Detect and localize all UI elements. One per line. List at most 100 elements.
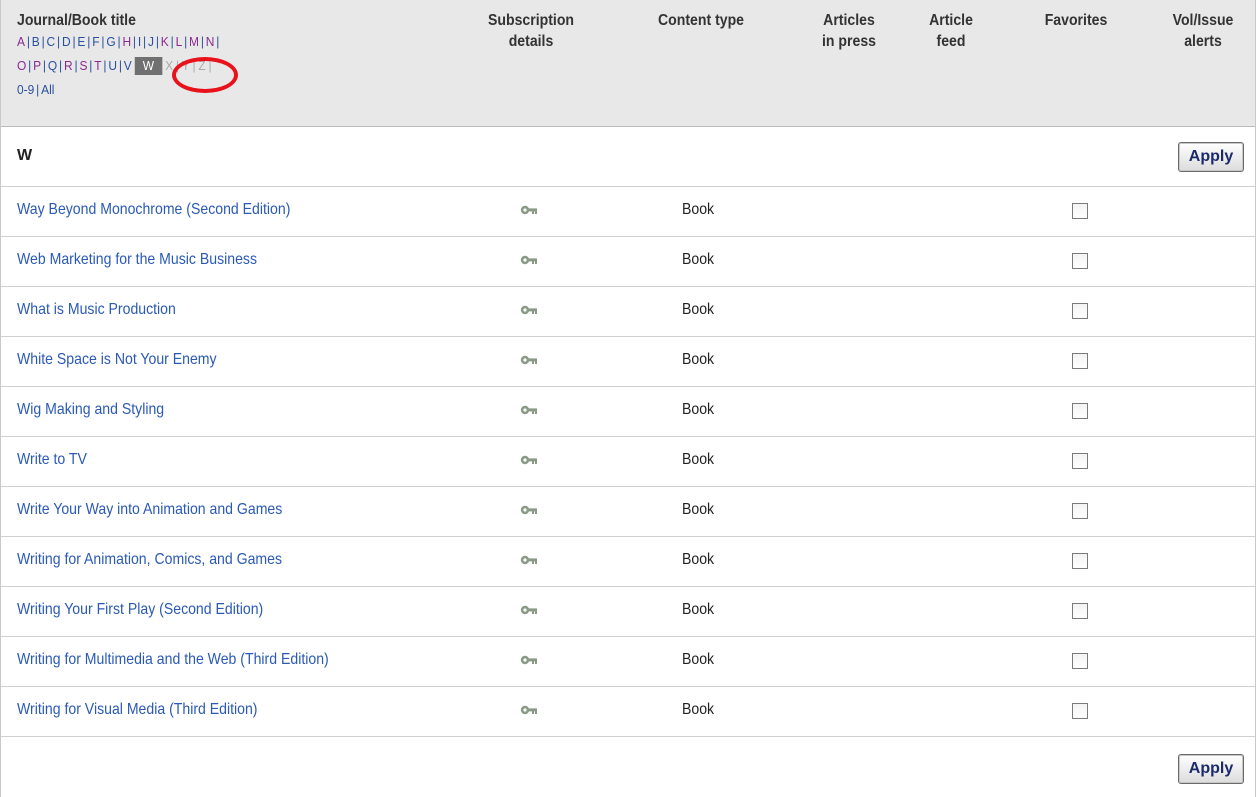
alpha-link-l[interactable]: L — [176, 34, 183, 49]
alpha-link-o[interactable]: O — [17, 58, 26, 73]
alpha-link-k[interactable]: K — [161, 34, 169, 49]
alpha-link-m[interactable]: M — [189, 34, 199, 49]
col-article-feed: Article feed — [925, 10, 978, 52]
key-icon — [520, 203, 538, 215]
key-icon — [520, 503, 538, 515]
table-row: Write to TV Book — [1, 437, 1255, 487]
col-subscription-details: Subscription details — [478, 10, 584, 52]
table-row: Writing Your First Play (Second Edition)… — [1, 587, 1255, 637]
alphabet-row-1: A | B | C | D | E | F | G | H | I | J | K | L | M | N | — [17, 32, 221, 51]
apply-button-bottom[interactable]: Apply — [1178, 754, 1244, 784]
alpha-link-v[interactable]: V — [124, 58, 132, 73]
key-icon — [520, 553, 538, 565]
alphabet-row-3: 0-9 | All — [17, 82, 55, 97]
col-subscription-line2: details — [508, 33, 554, 50]
favorite-checkbox[interactable] — [1072, 603, 1088, 619]
favorite-checkbox[interactable] — [1072, 203, 1088, 219]
col-journal-book-title: Journal/Book title — [17, 12, 136, 29]
favorite-checkbox[interactable] — [1072, 653, 1088, 669]
apply-button-top[interactable]: Apply — [1178, 142, 1244, 172]
title-link-writing-your-first-play-second-edition[interactable]: Writing Your First Play (Second Edition) — [17, 601, 263, 619]
key-icon — [520, 653, 538, 665]
key-icon — [520, 703, 538, 715]
table-row: Way Beyond Monochrome (Second Edition) Bo… — [1, 187, 1255, 237]
content-type: Book — [682, 551, 715, 568]
key-icon — [520, 453, 538, 465]
alpha-separator: | — [117, 34, 121, 49]
col-vol-issue-alerts: Vol/Issue alerts — [1164, 10, 1241, 52]
alpha-link-d[interactable]: D — [62, 34, 71, 49]
key-icon — [520, 303, 538, 315]
col-articles-line2: in press — [821, 33, 876, 50]
favorite-checkbox[interactable] — [1072, 503, 1088, 519]
content-type: Book — [682, 501, 715, 518]
alpha-link-q[interactable]: Q — [48, 58, 57, 73]
content-type: Book — [682, 351, 715, 368]
content-type: Book — [682, 301, 715, 318]
key-icon — [520, 253, 538, 265]
alpha-link-u[interactable]: U — [108, 58, 117, 73]
alpha-link-all[interactable]: All — [41, 82, 54, 97]
col-alerts-line1: Vol/Issue — [1172, 12, 1234, 29]
title-link-white-space-is-not-your-enemy[interactable]: White Space is Not Your Enemy — [17, 351, 217, 369]
title-link-writing-for-visual-media-third-edition[interactable]: Writing for Visual Media (Third Edition) — [17, 701, 258, 719]
col-articles-in-press: Articles in press — [814, 10, 884, 52]
alpha-link-c[interactable]: C — [47, 34, 56, 49]
title-link-wig-making-and-styling[interactable]: Wig Making and Styling — [17, 401, 164, 419]
alpha-link-t[interactable]: T — [94, 58, 101, 73]
alpha-separator: | — [184, 34, 188, 49]
favorite-checkbox[interactable] — [1072, 453, 1088, 469]
content-type: Book — [682, 701, 715, 718]
alpha-link-n[interactable]: N — [206, 34, 215, 49]
alpha-current-letter: W — [134, 57, 163, 75]
alpha-separator: | — [28, 58, 32, 73]
alpha-link-f[interactable]: F — [92, 34, 99, 49]
content-type: Book — [682, 651, 715, 668]
col-feed-line1: Article — [929, 12, 973, 29]
content-type: Book — [682, 451, 715, 468]
section-letter: W — [17, 147, 33, 164]
col-articles-line1: Articles — [823, 12, 875, 29]
content-type: Book — [682, 601, 715, 618]
alpha-link-a[interactable]: A — [17, 34, 25, 49]
col-content-type: Content type — [657, 12, 745, 29]
alpha-link-h[interactable]: H — [122, 34, 131, 49]
alpha-separator: | — [216, 34, 220, 49]
table-row: What is Music Production Book — [1, 287, 1255, 337]
col-subscription-line1: Subscription — [487, 12, 575, 29]
title-link-writing-for-animation-comics-and-games[interactable]: Writing for Animation, Comics, and Games — [17, 551, 282, 569]
title-link-web-marketing-for-the-music-business[interactable]: Web Marketing for the Music Business — [17, 251, 257, 269]
favorite-checkbox[interactable] — [1072, 403, 1088, 419]
title-link-write-your-way-into-animation-and-games[interactable]: Write Your Way into Animation and Games — [17, 501, 282, 519]
table-row: Writing for Animation, Comics, and Games… — [1, 537, 1255, 587]
title-link-write-to-tv[interactable]: Write to TV — [17, 451, 87, 469]
content-type: Book — [682, 401, 715, 418]
section-bar: W Apply — [1, 127, 1255, 187]
favorite-checkbox[interactable] — [1072, 553, 1088, 569]
alpha-link-s[interactable]: S — [79, 58, 87, 73]
col-feed-line2: feed — [936, 33, 966, 50]
favorite-checkbox[interactable] — [1072, 703, 1088, 719]
alpha-link-b[interactable]: B — [32, 34, 40, 49]
favorite-checkbox[interactable] — [1072, 303, 1088, 319]
key-icon — [520, 353, 538, 365]
col-favorites: Favorites — [1044, 12, 1108, 29]
alpha-separator: | — [89, 58, 93, 73]
alpha-link-0-9[interactable]: 0-9 — [17, 82, 34, 97]
alpha-link-p[interactable]: P — [33, 58, 41, 73]
table-row: Writing for Multimedia and the Web (Thir… — [1, 637, 1255, 687]
alpha-separator: | — [42, 58, 47, 73]
favorite-checkbox[interactable] — [1072, 253, 1088, 269]
table-row: Wig Making and Styling Book — [1, 387, 1255, 437]
title-link-what-is-music-production[interactable]: What is Music Production — [17, 301, 176, 319]
title-link-writing-for-multimedia-and-the-web-third-edition[interactable]: Writing for Multimedia and the Web (Thir… — [17, 651, 329, 669]
alpha-link-g[interactable]: G — [106, 34, 115, 49]
table-row: Writing for Visual Media (Third Edition)… — [1, 687, 1255, 737]
content-type: Book — [682, 201, 715, 218]
alpha-separator: | — [72, 34, 76, 49]
table-header: Journal/Book title A | B | C | D | E | F | G | H | I | J | K… — [1, 0, 1255, 127]
key-icon — [520, 603, 538, 615]
favorite-checkbox[interactable] — [1072, 353, 1088, 369]
journal-book-list: Journal/Book title A | B | C | D | E | F | G | H | I | J | K… — [0, 0, 1256, 797]
title-link-way-beyond-monochrome-second-edition[interactable]: Way Beyond Monochrome (Second Edition) — [17, 201, 290, 219]
